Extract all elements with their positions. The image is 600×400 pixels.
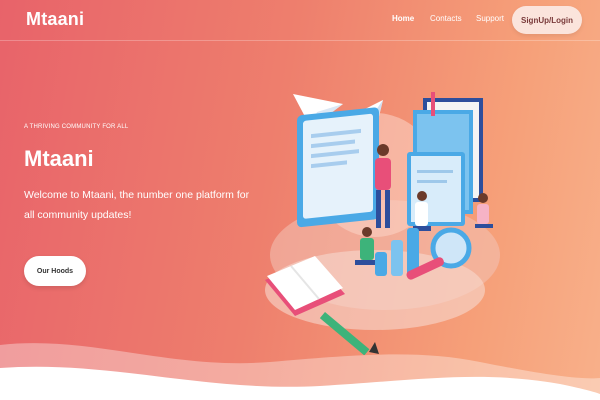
nav-menu: Home Contacts Support	[0, 14, 600, 28]
top-navbar: Mtaani Home Contacts Support SignUp/Logi…	[0, 0, 600, 41]
nav-link-support[interactable]: Support	[476, 14, 504, 23]
hero-tagline: A THRIVING COMMUNITY FOR ALL	[24, 124, 129, 130]
our-hoods-button[interactable]: Our Hoods	[24, 256, 86, 286]
hero-description: Welcome to Mtaani, the number one platfo…	[24, 189, 250, 221]
nav-link-contacts[interactable]: Contacts	[430, 14, 462, 23]
monitor-icon	[297, 107, 379, 228]
community-learning-illustration	[265, 92, 500, 355]
hero-title: Mtaani	[24, 146, 94, 171]
nav-link-home[interactable]: Home	[392, 14, 414, 23]
signup-login-button[interactable]: SignUp/Login	[512, 6, 582, 34]
